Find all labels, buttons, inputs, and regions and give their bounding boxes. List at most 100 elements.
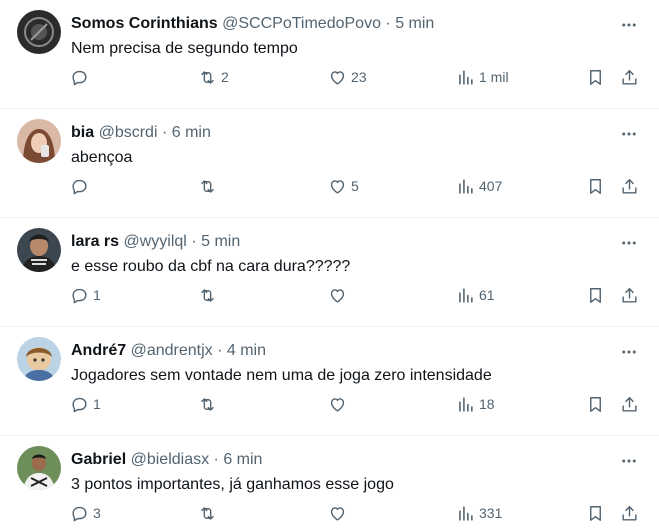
- separator-dot: ·: [385, 15, 391, 32]
- action-bar: 1 18: [0, 392, 659, 416]
- heart-icon: [330, 397, 345, 412]
- bookmark-button[interactable]: [586, 65, 605, 89]
- like-button[interactable]: [328, 501, 351, 525]
- share-button[interactable]: [620, 174, 639, 198]
- display-name[interactable]: lara rs: [71, 233, 119, 250]
- more-options-icon[interactable]: [619, 233, 639, 253]
- retweet-button[interactable]: [198, 501, 221, 525]
- reply-button[interactable]: 3: [70, 501, 101, 525]
- more-options-icon[interactable]: [619, 342, 639, 362]
- display-name[interactable]: Somos Corinthians: [71, 15, 218, 32]
- reply-button[interactable]: 1: [70, 283, 101, 307]
- bookmark-button[interactable]: [586, 501, 605, 525]
- user-handle[interactable]: @bscrdi: [99, 124, 158, 141]
- like-button[interactable]: 23: [328, 65, 367, 89]
- reply-count: 3: [93, 505, 101, 521]
- tweet[interactable]: Somos Corinthians @SCCPoTimedoPovo · 5 m…: [0, 0, 659, 109]
- tweet[interactable]: Gabriel @bieldiasx · 6 min 3 pontos impo…: [0, 436, 659, 531]
- views-button[interactable]: 407: [456, 174, 502, 198]
- avatar[interactable]: [17, 119, 61, 163]
- bookmark-button[interactable]: [586, 174, 605, 198]
- avatar[interactable]: [17, 446, 61, 490]
- action-bar: 5 407: [0, 174, 659, 198]
- timestamp[interactable]: 6 min: [223, 451, 262, 468]
- share-icon: [622, 505, 637, 521]
- reply-icon: [72, 179, 87, 194]
- share-button[interactable]: [620, 392, 639, 416]
- tweet[interactable]: lara rs @wyyilql · 5 min e esse roubo da…: [0, 218, 659, 327]
- more-options-icon[interactable]: [619, 15, 639, 35]
- tweet[interactable]: André7 @andrentjx · 4 min Jogadores sem …: [0, 327, 659, 436]
- share-icon: [622, 178, 637, 194]
- bookmark-icon: [590, 505, 601, 521]
- reply-icon: [72, 70, 87, 85]
- reply-button[interactable]: [70, 65, 93, 89]
- share-button[interactable]: [620, 501, 639, 525]
- views-bar-chart-icon: [459, 287, 473, 303]
- user-handle[interactable]: @wyyilql: [124, 233, 187, 250]
- like-button[interactable]: [328, 283, 351, 307]
- views-count: 18: [479, 396, 495, 412]
- user-handle[interactable]: @bieldiasx: [131, 451, 210, 468]
- tweet-text: Jogadores sem vontade nem uma de joga ze…: [71, 367, 492, 384]
- more-options-icon[interactable]: [619, 451, 639, 471]
- tweet[interactable]: bia @bscrdi · 6 min abençoa 5 407: [0, 109, 659, 218]
- display-name[interactable]: bia: [71, 124, 94, 141]
- reply-icon: [72, 288, 87, 303]
- reply-icon: [72, 397, 87, 412]
- share-button[interactable]: [620, 65, 639, 89]
- like-button[interactable]: 5: [328, 174, 359, 198]
- bookmark-button[interactable]: [586, 283, 605, 307]
- avatar[interactable]: [17, 10, 61, 54]
- share-icon: [622, 287, 637, 303]
- retweet-button[interactable]: [198, 283, 221, 307]
- retweet-icon: [201, 179, 214, 193]
- views-button[interactable]: 61: [456, 283, 495, 307]
- action-bar: 3 331: [0, 501, 659, 525]
- timestamp[interactable]: 5 min: [395, 15, 434, 32]
- action-bar: 1 61: [0, 283, 659, 307]
- like-count: 23: [351, 69, 367, 85]
- separator-dot: ·: [213, 451, 219, 468]
- reply-button[interactable]: [70, 174, 93, 198]
- more-options-icon[interactable]: [619, 124, 639, 144]
- heart-icon: [330, 288, 345, 303]
- share-icon: [622, 69, 637, 85]
- views-button[interactable]: 1 mil: [456, 65, 509, 89]
- user-handle[interactable]: @SCCPoTimedoPovo: [222, 15, 381, 32]
- views-count: 407: [479, 178, 503, 194]
- display-name[interactable]: Gabriel: [71, 451, 126, 468]
- retweet-button[interactable]: [198, 392, 221, 416]
- retweet-count: 2: [221, 69, 229, 85]
- separator-dot: ·: [161, 124, 168, 141]
- user-handle[interactable]: @andrentjx: [131, 342, 213, 359]
- tweet-header: André7 @andrentjx · 4 min: [71, 340, 609, 362]
- reply-feed: Somos Corinthians @SCCPoTimedoPovo · 5 m…: [0, 0, 659, 531]
- avatar[interactable]: [17, 228, 61, 272]
- views-button[interactable]: 18: [456, 392, 495, 416]
- views-count: 1 mil: [479, 69, 509, 85]
- bookmark-icon: [590, 178, 601, 194]
- like-count: 5: [351, 178, 359, 194]
- views-button[interactable]: 331: [456, 501, 502, 525]
- bookmark-button[interactable]: [586, 392, 605, 416]
- timestamp[interactable]: 6 min: [172, 124, 211, 141]
- retweet-icon: [201, 397, 214, 411]
- bookmark-icon: [590, 396, 601, 412]
- heart-icon: [330, 70, 345, 85]
- tweet-header: Somos Corinthians @SCCPoTimedoPovo · 5 m…: [71, 13, 609, 35]
- views-bar-chart-icon: [459, 396, 473, 412]
- avatar[interactable]: [17, 337, 61, 381]
- retweet-button[interactable]: 2: [198, 65, 229, 89]
- timestamp[interactable]: 5 min: [201, 233, 240, 250]
- display-name[interactable]: André7: [71, 342, 126, 359]
- reply-icon: [72, 506, 87, 521]
- retweet-button[interactable]: [198, 174, 221, 198]
- reply-count: 1: [93, 396, 101, 412]
- share-button[interactable]: [620, 283, 639, 307]
- timestamp[interactable]: 4 min: [227, 342, 266, 359]
- like-button[interactable]: [328, 392, 351, 416]
- tweet-text: e esse roubo da cbf na cara dura?????: [71, 258, 351, 275]
- reply-button[interactable]: 1: [70, 392, 101, 416]
- share-icon: [622, 396, 637, 412]
